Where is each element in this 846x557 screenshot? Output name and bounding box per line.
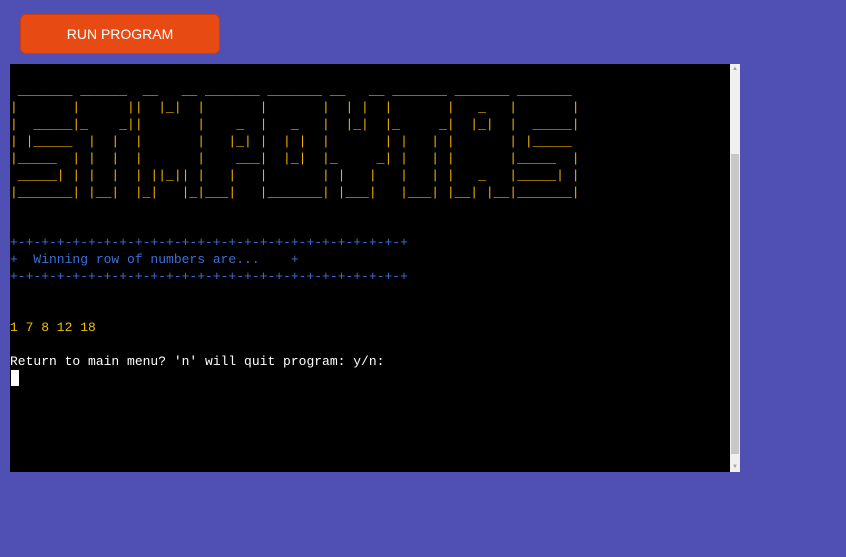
menu-prompt: Return to main menu? 'n' will quit progr… [10, 354, 385, 369]
winning-numbers: 1 7 8 12 18 [10, 320, 96, 335]
scrollbar-thumb[interactable] [731, 154, 739, 454]
terminal-window: _______ ______ __ __ _______ _______ __ … [10, 64, 740, 472]
banner-top-border: +-+-+-+-+-+-+-+-+-+-+-+-+-+-+-+-+-+-+-+-… [10, 235, 408, 250]
ascii-art-logo: _______ ______ __ __ _______ _______ __ … [10, 83, 580, 200]
text-cursor[interactable] [11, 370, 19, 386]
scroll-up-arrow-icon[interactable]: ▲ [730, 64, 740, 74]
terminal-output[interactable]: _______ ______ __ __ _______ _______ __ … [10, 64, 730, 472]
terminal-scrollbar[interactable]: ▲ ▼ [730, 64, 740, 472]
scroll-down-arrow-icon[interactable]: ▼ [730, 462, 740, 472]
banner-text: + Winning row of numbers are... + [10, 252, 299, 267]
banner-bottom-border: +-+-+-+-+-+-+-+-+-+-+-+-+-+-+-+-+-+-+-+-… [10, 269, 408, 284]
run-program-button[interactable]: RUN PROGRAM [20, 14, 220, 54]
